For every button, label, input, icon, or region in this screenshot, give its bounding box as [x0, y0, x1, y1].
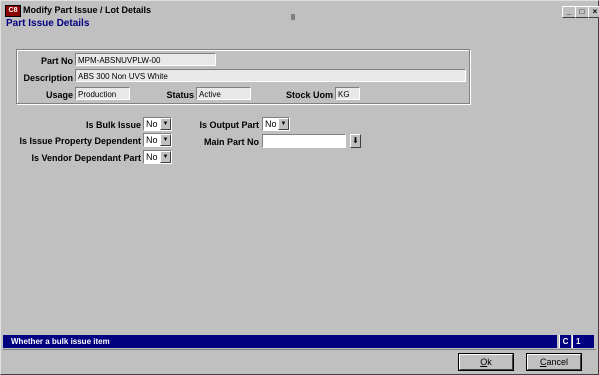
main-part-no-label: Main Part No	[203, 137, 259, 147]
stock-uom-field[interactable]: KG	[335, 87, 360, 100]
description-label: Description	[23, 73, 73, 83]
part-no-label: Part No	[40, 56, 73, 66]
is-issue-property-dependent-label: Is Issue Property Dependent	[19, 136, 141, 146]
is-output-part-select[interactable]: No ▼	[262, 117, 290, 131]
lookup-arrow-icon[interactable]: ⬇	[350, 134, 361, 148]
main-part-no-field[interactable]	[262, 134, 346, 148]
section-title: Part Issue Details	[6, 18, 90, 29]
ok-label-rest: k	[487, 357, 492, 367]
status-field[interactable]: Active	[196, 87, 251, 100]
status-cell-mode: C	[559, 335, 571, 348]
is-output-part-value: No	[265, 119, 277, 129]
dropdown-arrow-icon[interactable]: ▼	[278, 118, 289, 130]
main-window: C8 Modify Part Issue / Lot Details _ □ ×…	[0, 0, 599, 375]
is-bulk-issue-select[interactable]: No ▼	[143, 117, 172, 131]
cancel-label-rest: ancel	[546, 357, 568, 367]
minimize-button[interactable]: _	[562, 6, 576, 18]
title-bar[interactable]: C8 Modify Part Issue / Lot Details _ □ ×	[3, 3, 599, 18]
is-bulk-issue-label: Is Bulk Issue	[85, 120, 141, 130]
ok-button[interactable]: Ok	[458, 353, 514, 371]
description-field[interactable]: ABS 300 Non UVS White	[75, 69, 466, 82]
is-vendor-dependant-part-value: No	[146, 152, 158, 162]
stock-uom-label: Stock Uom	[285, 90, 333, 100]
toolbar-marker	[291, 14, 295, 20]
is-vendor-dependant-part-select[interactable]: No ▼	[143, 150, 172, 164]
cancel-button[interactable]: Cancel	[526, 353, 582, 371]
status-message: Whether a bulk issue item	[3, 335, 557, 348]
app-icon: C8	[5, 5, 21, 17]
part-no-field[interactable]: MPM-ABSNUVPLW-00	[75, 53, 216, 66]
is-issue-property-dependent-select[interactable]: No ▼	[143, 133, 172, 147]
is-issue-property-dependent-value: No	[146, 135, 158, 145]
dropdown-arrow-icon[interactable]: ▼	[160, 118, 171, 130]
maximize-button[interactable]: □	[575, 6, 589, 18]
close-button[interactable]: ×	[588, 6, 599, 18]
window-title: Modify Part Issue / Lot Details	[23, 5, 152, 15]
dropdown-arrow-icon[interactable]: ▼	[160, 134, 171, 146]
is-output-part-label: Is Output Part	[199, 120, 259, 130]
usage-field[interactable]: Production	[75, 87, 130, 100]
status-label: Status	[166, 90, 194, 100]
is-bulk-issue-value: No	[146, 119, 158, 129]
is-vendor-dependant-part-label: Is Vendor Dependant Part	[31, 153, 141, 163]
usage-label: Usage	[45, 90, 73, 100]
dropdown-arrow-icon[interactable]: ▼	[160, 151, 171, 163]
divider	[3, 349, 596, 350]
status-cell-count: 1	[572, 335, 594, 348]
